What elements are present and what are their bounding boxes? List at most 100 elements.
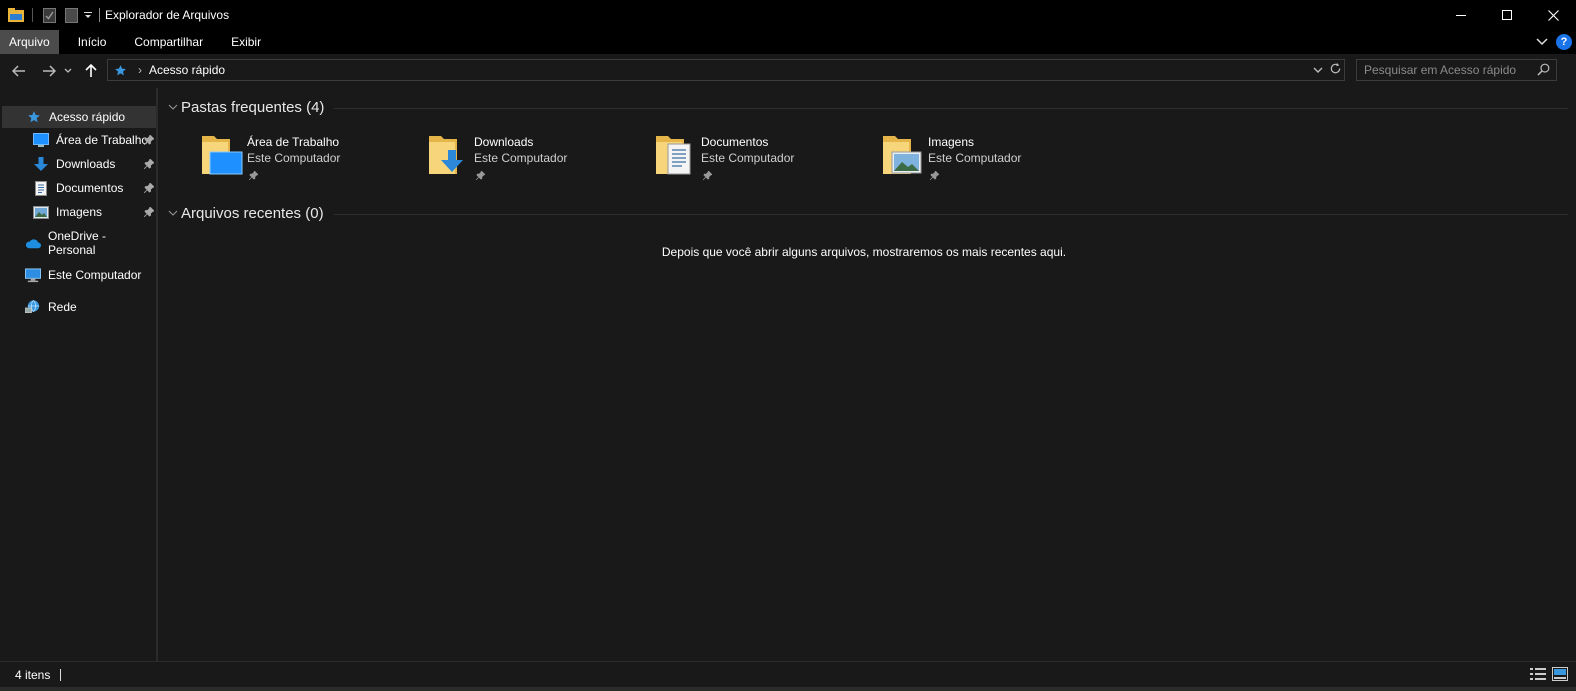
large-icons-view-icon [1552, 667, 1568, 681]
search-box[interactable] [1356, 59, 1557, 81]
forward-button[interactable] [37, 59, 61, 83]
network-icon [25, 299, 41, 315]
maximize-icon [1502, 10, 1512, 20]
help-button[interactable]: ? [1556, 34, 1572, 50]
arrow-up-icon [85, 64, 97, 77]
tab-arquivo[interactable]: Arquivo [0, 30, 59, 54]
folder-location: Este Computador [474, 151, 568, 165]
folder-name: Documentos [701, 135, 769, 149]
tab-inicio[interactable]: Início [69, 30, 116, 54]
star-icon [26, 109, 42, 125]
sidebar-item-onedrive[interactable]: OneDrive - Personal [2, 229, 156, 257]
title-divider [99, 8, 100, 22]
folder-location: Este Computador [928, 151, 1022, 165]
folder-tile-downloads[interactable]: Downloads Este Computador [427, 132, 637, 182]
close-button[interactable] [1530, 0, 1576, 30]
folder-name: Imagens [928, 135, 975, 149]
group-title: Pastas frequentes (4) [181, 98, 325, 116]
new-folder-icon[interactable] [63, 7, 79, 23]
sidebar-item-label: Documentos [56, 181, 124, 195]
pin-icon [143, 206, 155, 220]
desktop-icon [33, 132, 49, 148]
tab-exibir[interactable]: Exibir [222, 30, 270, 54]
close-icon [1547, 9, 1559, 21]
search-input[interactable] [1364, 63, 1534, 77]
minimize-button[interactable] [1438, 0, 1484, 30]
sidebar-item-desktop[interactable]: Área de Trabalho [2, 129, 156, 151]
details-view-icon [1530, 668, 1546, 680]
breadcrumb[interactable]: Acesso rápido [149, 63, 225, 77]
folder-downloads-icon [427, 132, 471, 176]
folder-location: Este Computador [701, 151, 795, 165]
sidebar-item-label: Área de Trabalho [56, 133, 149, 147]
sidebar-item-downloads[interactable]: Downloads [2, 153, 156, 175]
properties-icon[interactable] [41, 7, 57, 23]
address-bar[interactable]: › Acesso rápido [107, 59, 1345, 81]
pictures-icon [33, 204, 49, 220]
customize-qat-icon[interactable] [83, 7, 93, 23]
details-view-button[interactable] [1530, 667, 1546, 684]
group-divider [333, 213, 1568, 215]
sidebar-item-this-pc[interactable]: Este Computador [2, 264, 156, 286]
sidebar-item-quick-access[interactable]: Acesso rápido [2, 106, 156, 128]
refresh-icon [1330, 62, 1341, 74]
chevron-down-icon [168, 104, 180, 110]
folder-tile-pictures[interactable]: Imagens Este Computador [881, 132, 1091, 182]
sidebar-item-label: Acesso rápido [49, 110, 126, 124]
arrow-right-icon [43, 65, 56, 77]
document-icon [33, 180, 49, 196]
pin-icon [143, 182, 155, 196]
chevron-down-icon [1536, 38, 1548, 46]
pin-icon [475, 169, 486, 183]
up-button[interactable] [79, 59, 103, 83]
folder-documents-icon [654, 132, 698, 176]
sidebar-item-label: Rede [48, 300, 77, 314]
navigation-bar: › Acesso rápido [0, 54, 1576, 88]
sidebar-item-documents[interactable]: Documentos [2, 177, 156, 199]
window-bottom-edge [0, 687, 1576, 691]
minimize-icon [1456, 15, 1466, 16]
sidebar-item-network[interactable]: Rede [2, 296, 156, 318]
file-explorer-app-icon[interactable] [8, 7, 24, 23]
group-divider [334, 107, 1568, 109]
folder-tile-documents[interactable]: Documentos Este Computador [654, 132, 864, 182]
folder-location: Este Computador [247, 151, 341, 165]
folder-pictures-icon [881, 132, 925, 176]
download-icon [33, 156, 49, 172]
folder-tile-desktop[interactable]: Área de Trabalho Este Computador [200, 132, 410, 182]
large-icons-view-button[interactable] [1552, 667, 1568, 684]
window-title: Explorador de Arquivos [105, 8, 230, 22]
sidebar-item-label: Downloads [56, 157, 116, 171]
pin-icon [143, 158, 155, 172]
back-button[interactable] [7, 59, 31, 83]
tab-compartilhar[interactable]: Compartilhar [125, 30, 212, 54]
status-divider [60, 668, 62, 681]
search-icon[interactable] [1537, 63, 1550, 79]
folder-name: Área de Trabalho [247, 135, 340, 149]
refresh-button[interactable] [1329, 62, 1342, 78]
chevron-down-icon [64, 68, 72, 73]
frequent-folders-header[interactable]: Pastas frequentes (4) [168, 96, 1568, 118]
ribbon-right-controls: ? [1536, 30, 1572, 54]
address-history-dropdown[interactable] [1313, 63, 1323, 77]
recent-files-header[interactable]: Arquivos recentes (0) [168, 202, 1568, 224]
maximize-button[interactable] [1484, 0, 1530, 30]
quick-access-star-icon [114, 64, 128, 77]
computer-icon [25, 267, 41, 283]
sidebar-item-pictures[interactable]: Imagens [2, 201, 156, 223]
qat-divider [32, 8, 33, 22]
pin-icon [248, 169, 259, 183]
recent-locations-button[interactable] [61, 59, 75, 83]
chevron-down-icon [1313, 67, 1323, 73]
sidebar-item-label: Este Computador [48, 268, 142, 282]
window-controls [1438, 0, 1576, 30]
cloud-icon [25, 235, 41, 251]
ribbon-tabs: Arquivo Início Compartilhar Exibir ? [0, 30, 1576, 54]
navigation-pane: Acesso rápido Área de Trabalho Downloads… [0, 88, 158, 661]
pin-icon [143, 134, 155, 148]
folder-name: Downloads [474, 135, 534, 149]
status-bar: 4 itens [0, 661, 1576, 687]
expand-ribbon-button[interactable] [1536, 35, 1548, 49]
sidebar-item-label: Imagens [56, 205, 103, 219]
pin-icon [929, 169, 940, 183]
